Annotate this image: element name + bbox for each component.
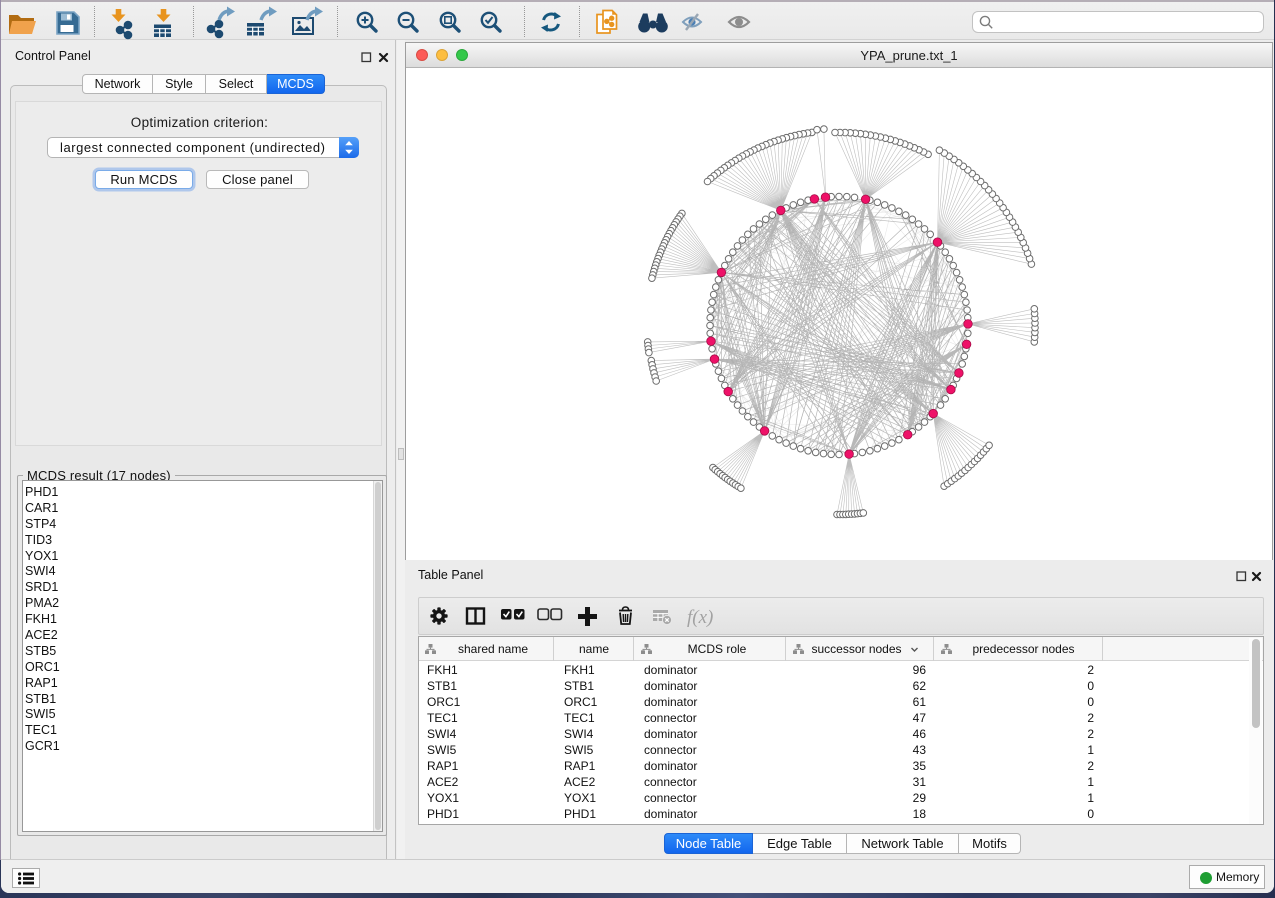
- svg-text:f(x): f(x): [687, 607, 713, 628]
